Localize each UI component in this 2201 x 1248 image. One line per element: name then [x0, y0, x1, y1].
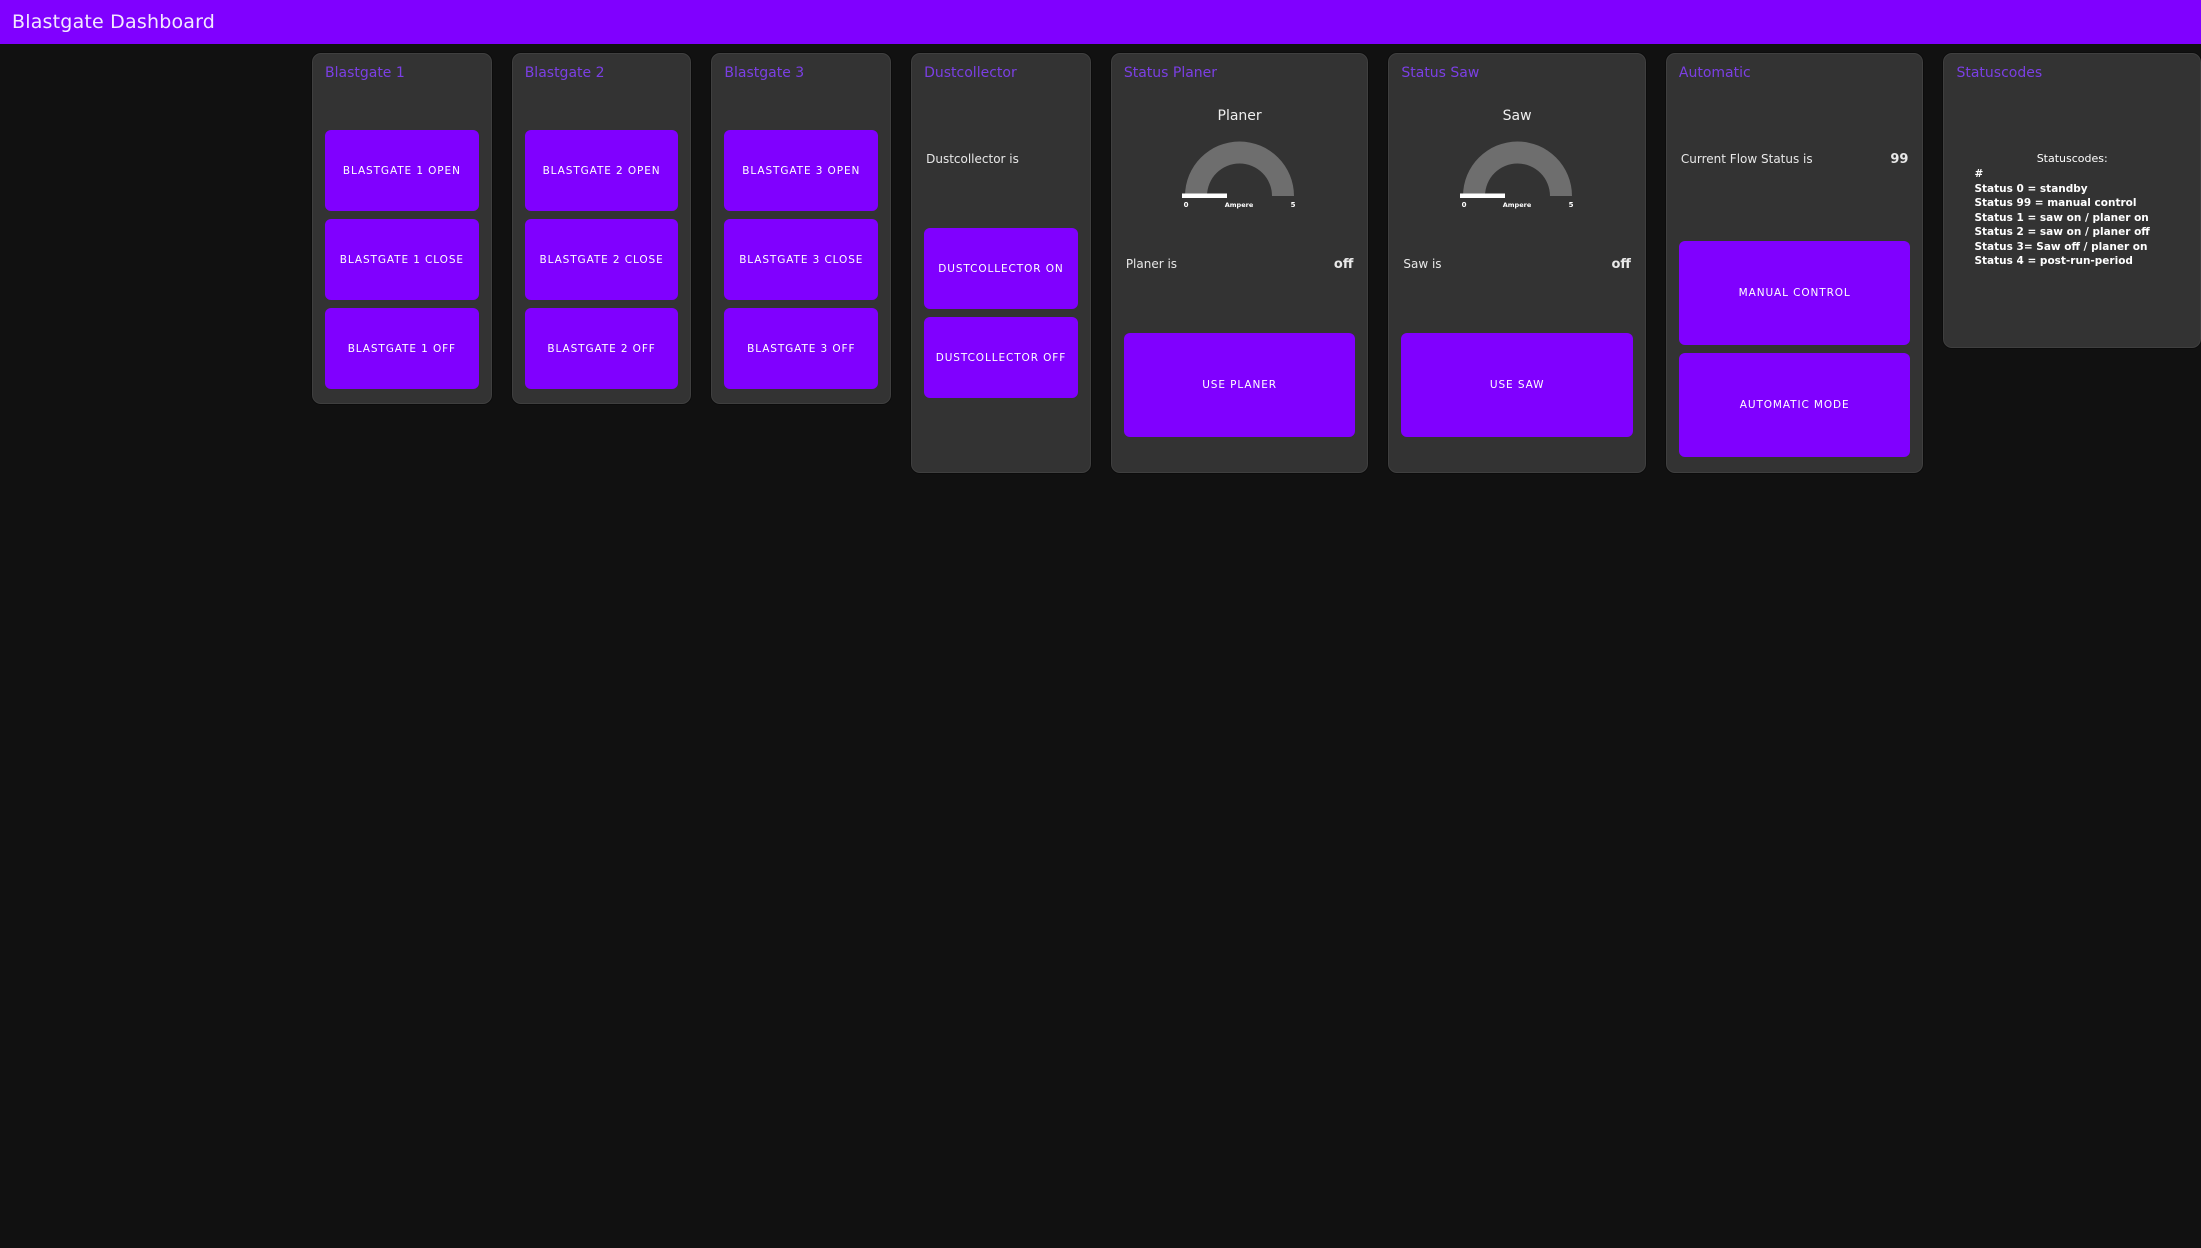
card-title-blastgate-3: Blastgate 3 — [724, 65, 805, 81]
blastgate-2-open-button[interactable]: BLASTGATE 2 OPEN — [524, 130, 679, 211]
statuscodes-block: Statuscodes: # Status 0 = standby Status… — [1956, 90, 2188, 269]
saw-status-value: off — [1611, 256, 1631, 272]
card-body-statuscodes: Statuscodes: # Status 0 = standby Status… — [1956, 90, 2188, 333]
planer-gauge-svg: 0 5 Ampere — [1182, 141, 1296, 209]
card-body-blastgate-1: BLASTGATE 1 OPEN BLASTGATE 1 CLOSE BLAST… — [325, 90, 479, 389]
card-title-automatic: Automatic — [1678, 65, 1751, 81]
use-planer-button[interactable]: USE PLANER — [1123, 333, 1356, 437]
saw-gauge-svg: 0 5 Ampere — [1459, 141, 1573, 209]
statuscode-line: Status 2 = saw on / planer off — [1974, 226, 2150, 238]
dustcollector-on-button[interactable]: DUSTCOLLECTOR ON — [924, 228, 1078, 309]
dustcollector-off-button[interactable]: DUSTCOLLECTOR OFF — [924, 317, 1078, 398]
card-statuscodes: Statuscodes Statuscodes: # Status 0 = st… — [1943, 53, 2201, 348]
statuscodes-heading: Statuscodes: — [2036, 152, 2108, 165]
page-title: Blastgate Dashboard — [12, 11, 216, 33]
blastgate-3-close-button[interactable]: BLASTGATE 3 CLOSE — [724, 219, 879, 300]
card-status-planer: Status Planer Planer 0 5 Ampere Planer i… — [1110, 53, 1369, 473]
statuscode-line: # — [1974, 168, 1984, 180]
use-saw-button[interactable]: USE SAW — [1401, 333, 1633, 437]
card-body-status-planer: Planer 0 5 Ampere Planer is off USE PLAN… — [1123, 90, 1356, 458]
saw-status-row: Saw is off — [1401, 250, 1633, 278]
saw-gauge-max-label: 5 — [1568, 201, 1573, 209]
blastgate-2-off-button[interactable]: BLASTGATE 2 OFF — [524, 308, 679, 389]
card-dustcollector: Dustcollector Dustcollector is DUSTCOLLE… — [911, 53, 1091, 473]
saw-gauge-min-label: 0 — [1461, 201, 1466, 209]
automatic-mode-button[interactable]: AUTOMATIC MODE — [1678, 353, 1911, 457]
card-body-blastgate-2: BLASTGATE 2 OPEN BLASTGATE 2 CLOSE BLAST… — [524, 90, 679, 389]
planer-gauge-needle — [1182, 193, 1228, 198]
statuscode-line: Status 99 = manual control — [1974, 197, 2137, 209]
blastgate-3-off-button[interactable]: BLASTGATE 3 OFF — [724, 308, 879, 389]
blastgate-3-open-button[interactable]: BLASTGATE 3 OPEN — [724, 130, 879, 211]
card-title-blastgate-1: Blastgate 1 — [325, 65, 405, 81]
blastgate-1-off-button[interactable]: BLASTGATE 1 OFF — [325, 308, 479, 389]
card-blastgate-3: Blastgate 3 BLASTGATE 3 OPEN BLASTGATE 3… — [711, 53, 892, 404]
card-status-saw: Status Saw Saw 0 5 Ampere Saw is off USE… — [1388, 53, 1646, 473]
planer-gauge-min-label: 0 — [1184, 201, 1189, 209]
statuscode-line: Status 4 = post-run-period — [1974, 255, 2133, 267]
statuscode-line: Status 1 = saw on / planer on — [1974, 211, 2149, 224]
dustcollector-status-label: Dustcollector is — [926, 152, 1019, 166]
saw-status-label: Saw is — [1403, 257, 1442, 271]
planer-gauge-max-label: 5 — [1291, 201, 1296, 209]
card-title-statuscodes: Statuscodes — [1956, 65, 2043, 81]
automatic-flow-status-label: Current Flow Status is — [1680, 152, 1813, 166]
planer-status-value: off — [1333, 256, 1354, 272]
statuscode-line: Status 3= Saw off / planer on — [1974, 240, 2148, 253]
card-title-blastgate-2: Blastgate 2 — [524, 65, 605, 81]
planer-status-label: Planer is — [1125, 257, 1178, 271]
planer-gauge: Planer 0 5 Ampere — [1124, 108, 1356, 210]
card-body-blastgate-3: BLASTGATE 3 OPEN BLASTGATE 3 CLOSE BLAST… — [724, 90, 879, 389]
card-blastgate-1: Blastgate 1 BLASTGATE 1 OPEN BLASTGATE 1… — [312, 53, 492, 404]
card-automatic: Automatic Current Flow Status is 99 MANU… — [1665, 53, 1924, 473]
card-body-automatic: Current Flow Status is 99 MANUAL CONTROL… — [1678, 90, 1911, 458]
blastgate-2-close-button[interactable]: BLASTGATE 2 CLOSE — [524, 219, 679, 300]
dustcollector-status-row: Dustcollector is — [924, 145, 1078, 173]
card-body-dustcollector: Dustcollector is DUSTCOLLECTOR ON DUSTCO… — [924, 90, 1078, 458]
dashboard-card-strip: Blastgate 1 BLASTGATE 1 OPEN BLASTGATE 1… — [0, 44, 2201, 473]
planer-gauge-title: Planer — [1217, 108, 1262, 124]
card-title-status-saw: Status Saw — [1401, 65, 1480, 81]
card-body-status-saw: Saw 0 5 Ampere Saw is off USE SAW — [1401, 90, 1633, 458]
card-title-dustcollector: Dustcollector — [924, 65, 1017, 81]
saw-gauge-title: Saw — [1502, 108, 1532, 124]
saw-gauge-unit-label: Ampere — [1502, 201, 1531, 209]
card-title-status-planer: Status Planer — [1123, 65, 1218, 81]
app-header-bar: Blastgate Dashboard — [0, 0, 2201, 44]
blastgate-1-close-button[interactable]: BLASTGATE 1 CLOSE — [325, 219, 479, 300]
saw-gauge: Saw 0 5 Ampere — [1401, 108, 1633, 210]
statuscode-line: Status 0 = standby — [1974, 182, 2088, 195]
saw-gauge-needle — [1459, 193, 1505, 198]
blastgate-1-open-button[interactable]: BLASTGATE 1 OPEN — [325, 130, 479, 211]
manual-control-button[interactable]: MANUAL CONTROL — [1678, 241, 1911, 345]
automatic-flow-status-row: Current Flow Status is 99 — [1679, 145, 1911, 173]
planer-status-row: Planer is off — [1124, 250, 1356, 278]
automatic-flow-status-value: 99 — [1890, 151, 1909, 167]
card-blastgate-2: Blastgate 2 BLASTGATE 2 OPEN BLASTGATE 2… — [511, 53, 692, 404]
statuscodes-list: # Status 0 = standby Status 99 = manual … — [1956, 167, 2149, 269]
planer-gauge-unit-label: Ampere — [1225, 201, 1254, 209]
